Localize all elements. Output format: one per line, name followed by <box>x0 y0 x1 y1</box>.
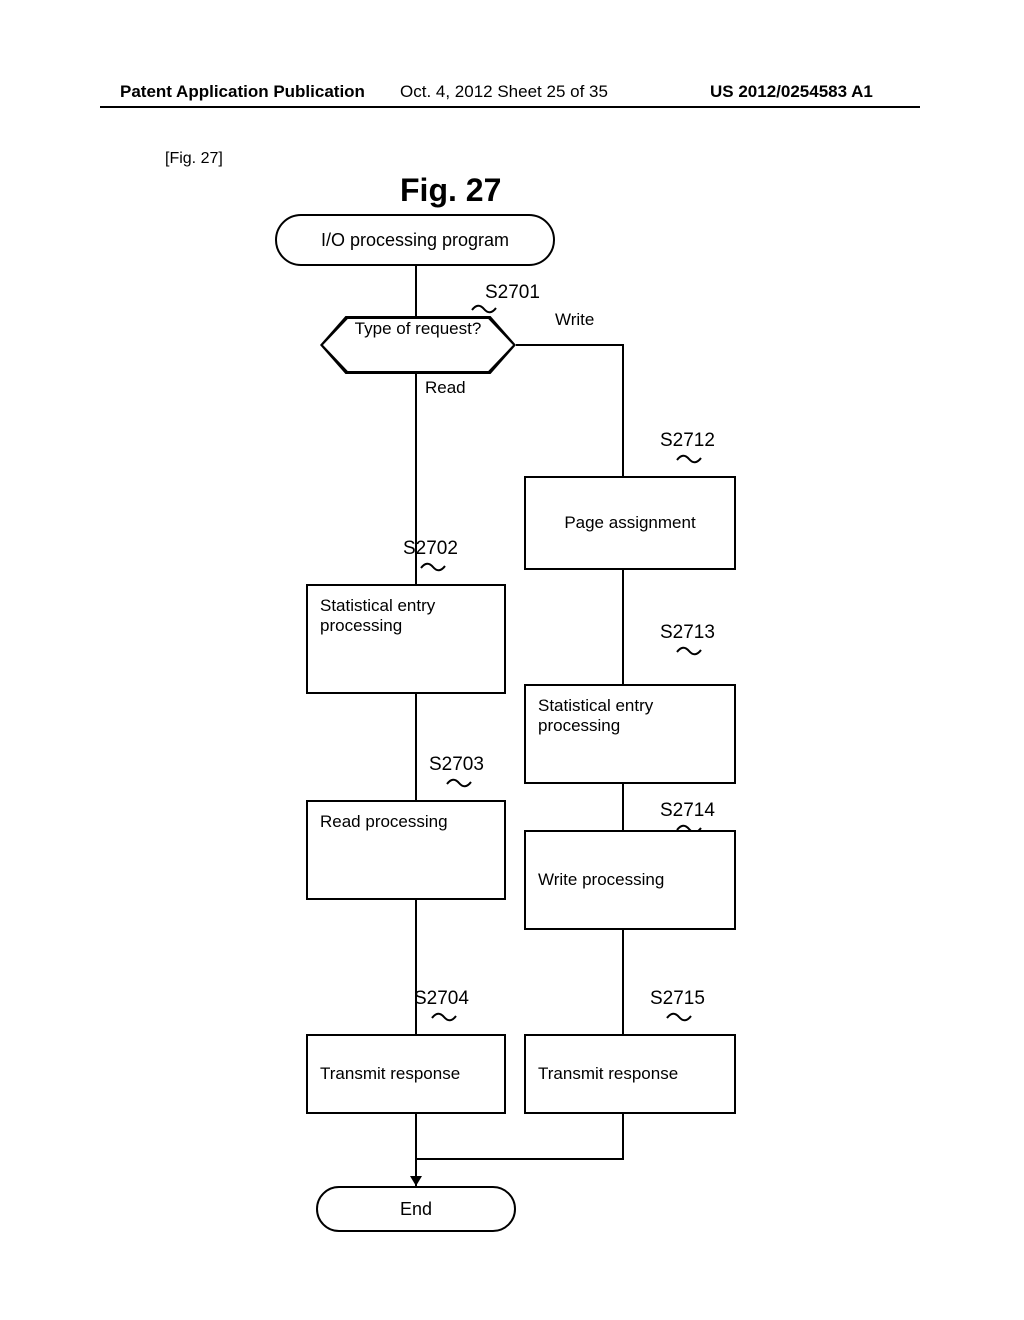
step-label-s2713: S2713 <box>660 622 715 644</box>
squiggle-icon <box>446 776 472 788</box>
process-stat-write: Statistical entry processing <box>524 684 736 784</box>
process-label: Read processing <box>320 812 448 832</box>
terminator-start: I/O processing program <box>275 214 555 266</box>
squiggle-icon <box>431 1010 457 1022</box>
connector <box>622 930 624 1034</box>
terminator-start-label: I/O processing program <box>321 230 509 251</box>
connector <box>622 784 624 830</box>
process-label: Transmit response <box>320 1064 460 1084</box>
squiggle-icon <box>420 560 446 572</box>
process-label: Statistical entry processing <box>538 696 698 736</box>
connector <box>622 344 624 476</box>
process-label: Statistical entry processing <box>320 596 470 636</box>
connector <box>415 266 417 318</box>
squiggle-icon <box>471 302 497 314</box>
process-page-assignment: Page assignment <box>524 476 736 570</box>
step-label-s2715: S2715 <box>650 988 705 1010</box>
terminator-end: End <box>316 1186 516 1232</box>
decision-label: Type of request? <box>323 319 513 339</box>
squiggle-icon <box>666 1010 692 1022</box>
step-label-s2704: S2704 <box>414 988 469 1010</box>
step-label-s2701: S2701 <box>485 282 540 304</box>
connector <box>415 900 417 1034</box>
header-right: US 2012/0254583 A1 <box>710 82 873 102</box>
figure-title: Fig. 27 <box>400 172 501 209</box>
figure-reference: [Fig. 27] <box>165 150 223 168</box>
squiggle-icon <box>676 644 702 656</box>
branch-write-label: Write <box>555 310 594 330</box>
step-label-s2714: S2714 <box>660 800 715 822</box>
process-label: Write processing <box>538 870 664 890</box>
squiggle-icon <box>676 452 702 464</box>
process-stat-read: Statistical entry processing <box>306 584 506 694</box>
step-label-s2712: S2712 <box>660 430 715 452</box>
step-label-s2702: S2702 <box>403 538 458 560</box>
connector <box>622 570 624 684</box>
connector <box>622 1114 624 1158</box>
process-read: Read processing <box>306 800 506 900</box>
header-mid: Oct. 4, 2012 Sheet 25 of 35 <box>400 82 608 102</box>
connector <box>516 344 624 346</box>
branch-read-label: Read <box>425 378 466 398</box>
process-response-read: Transmit response <box>306 1034 506 1114</box>
process-label: Page assignment <box>564 513 695 533</box>
arrow-down-icon <box>410 1176 422 1186</box>
terminator-end-label: End <box>400 1199 432 1220</box>
header-left: Patent Application Publication <box>120 82 365 102</box>
process-response-write: Transmit response <box>524 1034 736 1114</box>
header-rule <box>100 106 920 108</box>
step-label-s2703: S2703 <box>429 754 484 776</box>
process-label: Transmit response <box>538 1064 678 1084</box>
connector <box>415 694 417 800</box>
process-write: Write processing <box>524 830 736 930</box>
connector <box>415 1158 624 1160</box>
